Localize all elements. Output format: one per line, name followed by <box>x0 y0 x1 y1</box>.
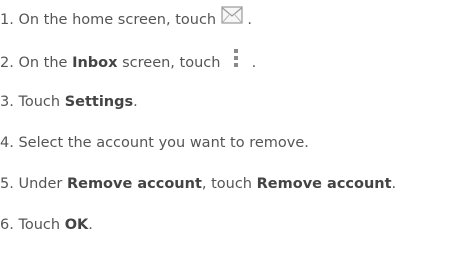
step-text: On the home screen, touch <box>18 12 217 28</box>
step-text-end: . <box>133 94 138 110</box>
step-text-end: . <box>251 55 257 71</box>
step-1: 1. On the home screen, touch . <box>0 6 252 30</box>
step-3: 3. Touch Settings. <box>0 92 138 112</box>
step-text-end: . <box>247 12 252 28</box>
step-number: 3. <box>0 94 14 110</box>
step-bold-term: Remove account <box>66 176 202 192</box>
step-5: 5. Under Remove account, touch Remove ac… <box>0 174 396 194</box>
step-text-middle: screen, touch <box>122 55 221 71</box>
step-number: 5. <box>0 176 14 192</box>
step-number: 6. <box>0 217 14 233</box>
step-bold-term: OK <box>64 217 89 233</box>
step-2: 2. On the Inbox screen, touch . <box>0 49 257 71</box>
step-number: 1. <box>0 12 14 28</box>
step-text: Select the account you want to remove. <box>18 135 309 151</box>
step-number: 2. <box>0 55 14 71</box>
step-4: 4. Select the account you want to remove… <box>0 133 309 153</box>
overflow-menu-icon <box>225 48 247 74</box>
mail-icon <box>221 6 243 30</box>
step-text-end: . <box>88 217 93 233</box>
step-6: 6. Touch OK. <box>0 215 93 235</box>
step-bold-term: Inbox <box>72 55 118 71</box>
step-text: Under <box>18 176 63 192</box>
step-text: Touch <box>18 94 61 110</box>
step-text-middle: , touch <box>201 176 253 192</box>
step-number: 4. <box>0 135 14 151</box>
step-text: On the <box>18 55 68 71</box>
step-text: Touch <box>18 217 61 233</box>
step-bold-term-2: Remove account <box>256 176 392 192</box>
step-bold-term: Settings <box>64 94 134 110</box>
step-text-end: . <box>391 176 397 192</box>
